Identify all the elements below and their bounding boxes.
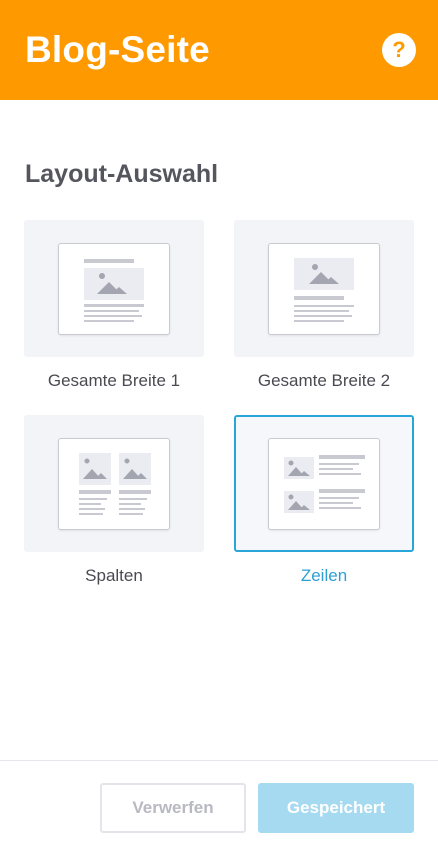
layout-option-rows[interactable]: Zeilen: [234, 415, 414, 586]
save-button[interactable]: Gespeichert: [258, 783, 414, 833]
page-title: Blog-Seite: [25, 29, 210, 70]
layout-option-full-width-2[interactable]: Gesamte Breite 2: [234, 220, 414, 391]
discard-button[interactable]: Verwerfen: [100, 783, 246, 833]
layout-thumbnail: [234, 415, 414, 552]
layout-thumbnail: [234, 220, 414, 357]
columns-layout-icon: [58, 437, 170, 530]
full-width-1-layout-icon: [58, 242, 170, 335]
layout-option-columns[interactable]: Spalten: [24, 415, 204, 586]
layout-option-label: Spalten: [85, 566, 143, 585]
full-width-2-layout-icon: [268, 242, 380, 335]
rows-layout-icon: [268, 437, 380, 530]
app-header: Blog-Seite ?: [0, 0, 438, 100]
layout-option-label: Gesamte Breite 2: [257, 371, 391, 390]
layout-thumbnail: [24, 415, 204, 552]
layout-option-full-width-1[interactable]: Gesamte Breite 1: [24, 220, 204, 391]
help-button[interactable]: ?: [382, 33, 416, 67]
layout-thumbnail: [24, 220, 204, 357]
layout-section-title: Layout-Auswahl: [25, 160, 219, 188]
layout-option-label: Zeilen: [300, 566, 348, 585]
help-icon: ?: [392, 37, 406, 62]
footer-bar: Verwerfen Gespeichert: [0, 760, 438, 847]
layout-option-label: Gesamte Breite 1: [47, 371, 181, 390]
